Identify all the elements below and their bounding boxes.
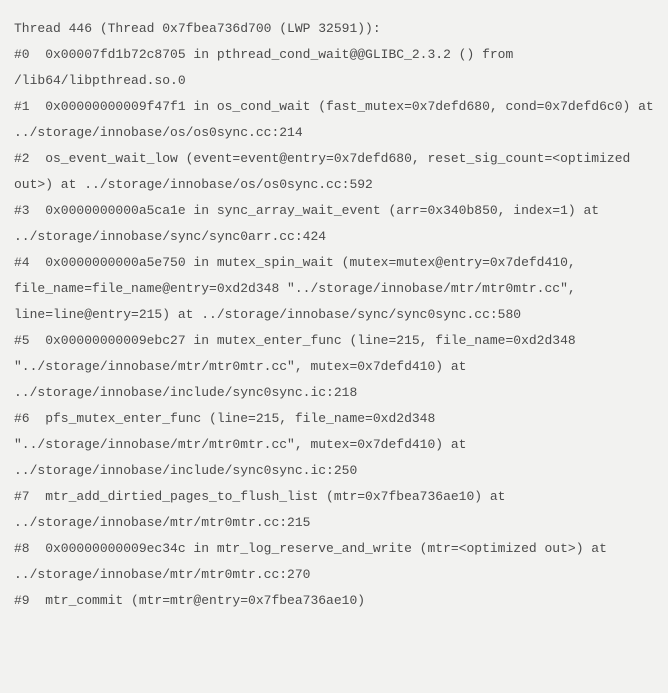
stack-trace: Thread 446 (Thread 0x7fbea736d700 (LWP 3… <box>14 16 654 614</box>
stack-frame: #9 mtr_commit (mtr=mtr@entry=0x7fbea736a… <box>14 588 654 614</box>
stack-frame: #2 os_event_wait_low (event=event@entry=… <box>14 146 654 198</box>
stack-frame: #6 pfs_mutex_enter_func (line=215, file_… <box>14 406 654 484</box>
stack-frame: #5 0x00000000009ebc27 in mutex_enter_fun… <box>14 328 654 406</box>
stack-frame: #4 0x0000000000a5e750 in mutex_spin_wait… <box>14 250 654 328</box>
thread-header: Thread 446 (Thread 0x7fbea736d700 (LWP 3… <box>14 16 654 42</box>
stack-frame: #3 0x0000000000a5ca1e in sync_array_wait… <box>14 198 654 250</box>
stack-frame: #8 0x00000000009ec34c in mtr_log_reserve… <box>14 536 654 588</box>
stack-frame: #0 0x00007fd1b72c8705 in pthread_cond_wa… <box>14 42 654 94</box>
stack-frame: #7 mtr_add_dirtied_pages_to_flush_list (… <box>14 484 654 536</box>
stack-frame: #1 0x00000000009f47f1 in os_cond_wait (f… <box>14 94 654 146</box>
